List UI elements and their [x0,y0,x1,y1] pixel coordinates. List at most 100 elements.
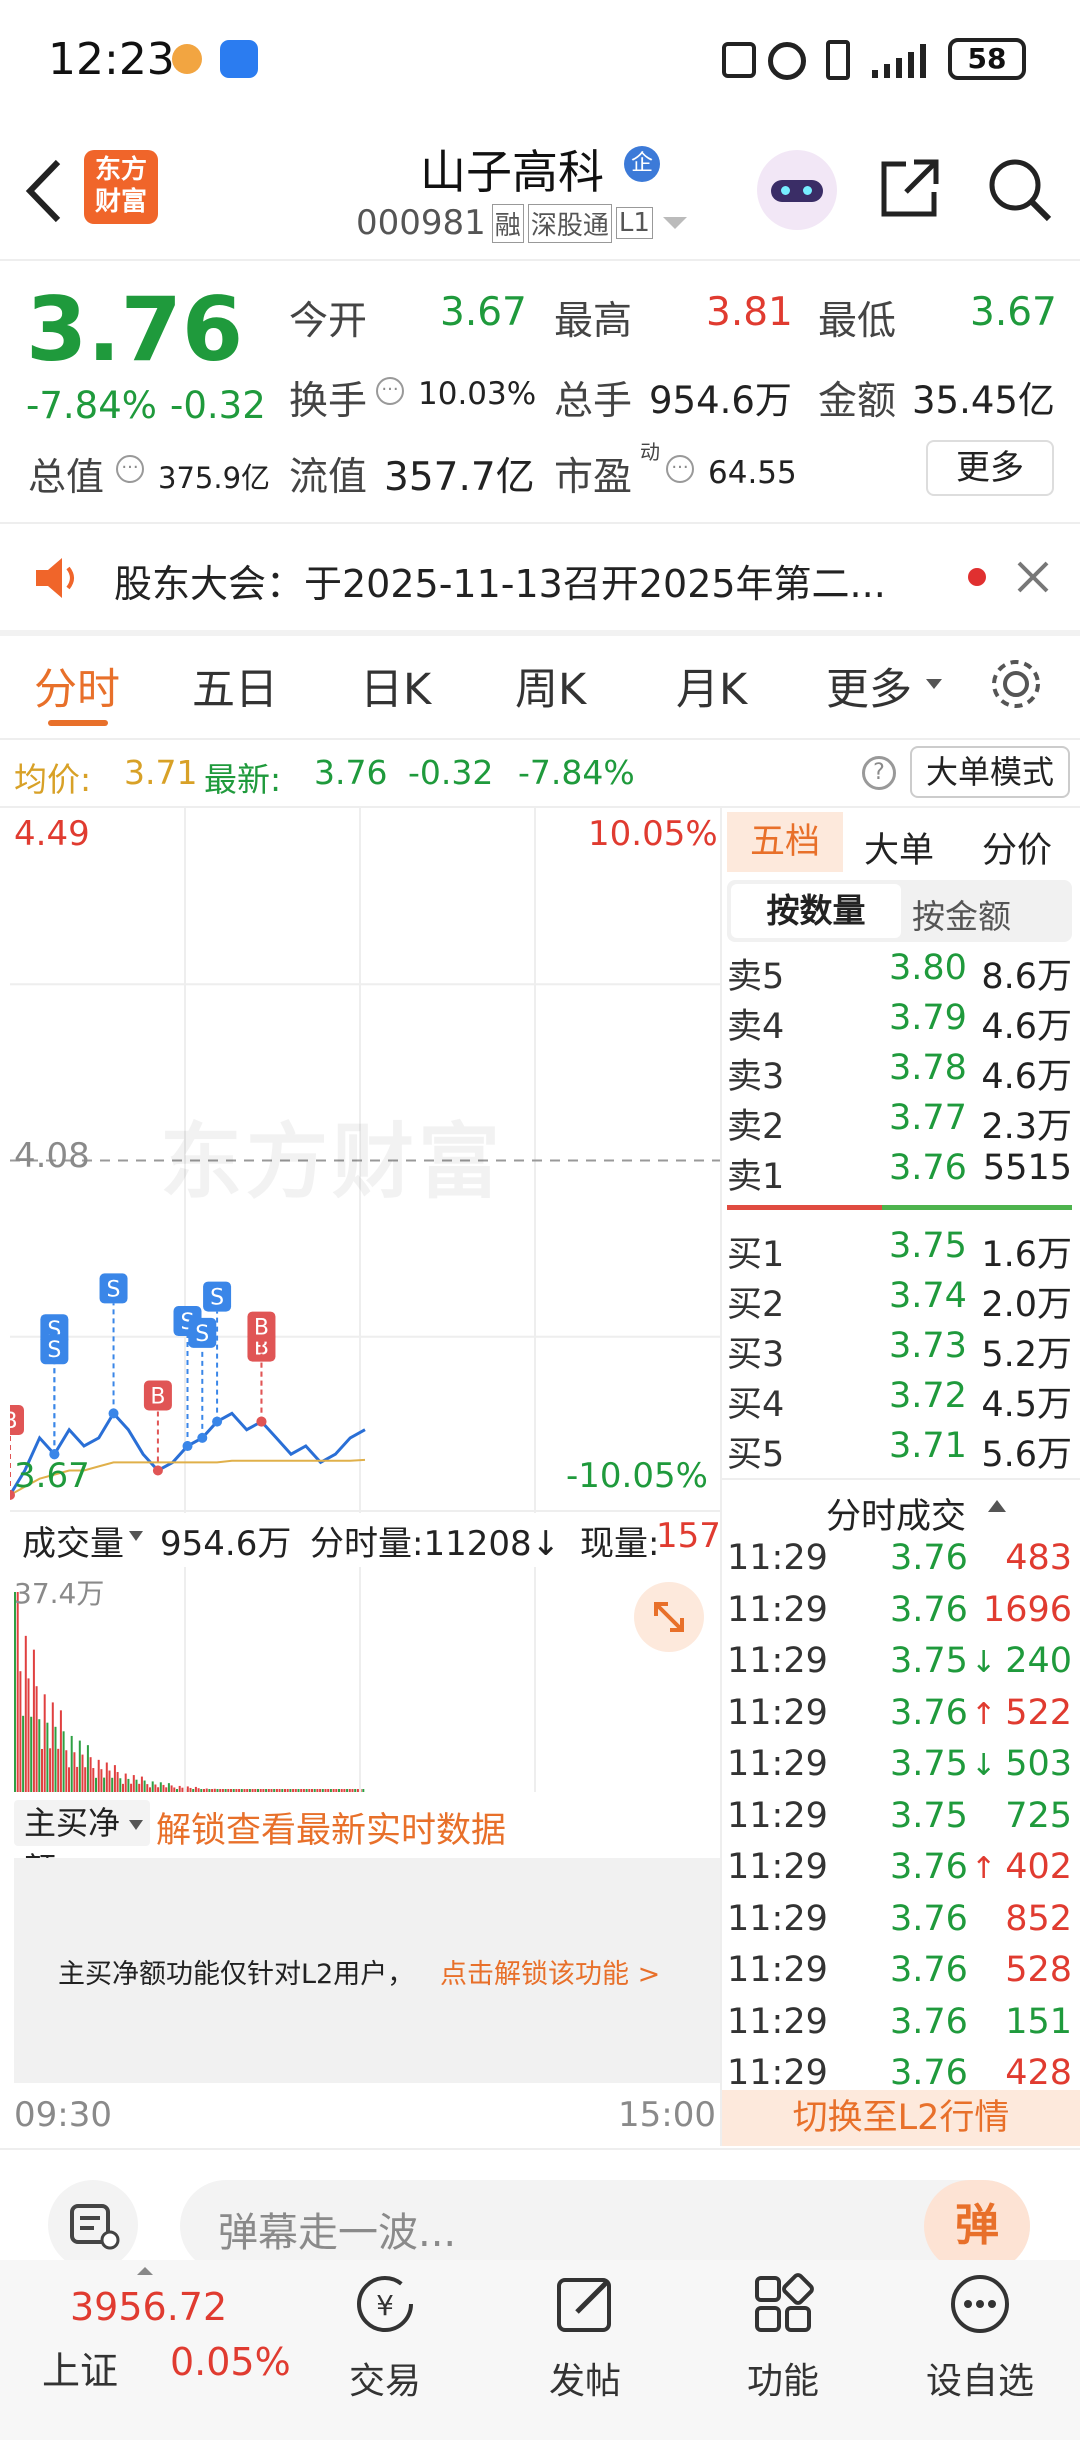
volume-bar [343,1789,346,1792]
stock-code: 000981 [356,203,486,243]
robot-assistant-icon[interactable] [757,150,837,230]
back-icon[interactable] [24,158,64,224]
close-icon[interactable] [1016,560,1050,594]
nav-trade[interactable]: ¥ 交易 [310,2270,460,2404]
volume-bar [211,1789,214,1792]
volume-bar [178,1785,181,1792]
volume-bar [119,1778,122,1792]
latest-value: 3.76 [314,753,388,792]
volume-bar [281,1789,284,1792]
info-icon-3[interactable]: ··· [666,455,694,483]
trade-row: 11:29 3.76 1696 [727,1590,1072,1642]
volume-bar [149,1787,151,1792]
bid-row-3: 买3 3.73 5.2万 [727,1326,1072,1375]
tab-five-levels[interactable]: 五档 [727,812,843,872]
volume-bar [313,1789,316,1792]
search-icon[interactable] [985,155,1055,225]
unlock-feature-link[interactable]: 点击解锁该功能 > [440,1952,660,1991]
volume-bar [86,1745,89,1792]
volume-bar [81,1754,84,1792]
comment-settings-icon[interactable] [48,2180,138,2270]
nav-post[interactable]: 发帖 [510,2270,660,2404]
volume-bar [70,1735,73,1792]
tab-five-day[interactable]: 五日 [192,655,278,717]
danmu-input[interactable]: 弹幕走一波... [180,2180,1030,2272]
volume-bar [308,1789,311,1792]
trade-arrow: ↓ [971,1645,997,1680]
nav-add-watchlist[interactable]: 设自选 [905,2270,1055,2404]
volume-bar [38,1719,41,1792]
trade-volume: 402 [1005,1847,1072,1887]
time-end-label: 15:00 [618,2095,716,2135]
marker-text: S [210,1286,224,1311]
total-value-label: 总值 [28,455,105,499]
nav-trade-label: 交易 [348,2361,421,2402]
trade-arrow: ↓ [971,1748,997,1783]
volume-bar [176,1789,178,1792]
tab-weekly-k[interactable]: 周K [515,655,586,717]
trade-volume: 240 [1005,1641,1072,1681]
tab-monthly-k[interactable]: 月K [676,655,747,717]
tab-intraday[interactable]: 分时 [34,655,120,717]
marker-text: S [47,1338,61,1363]
trades-title[interactable]: 分时成交 [826,1488,966,1539]
locked-text: 主买净额功能仅针对L2用户， [58,1959,415,1990]
volume-bar [265,1789,268,1792]
trade-arrow: ↑ [971,1696,997,1732]
danmu-send-button[interactable]: 弹 [924,2180,1030,2272]
volume-bar [243,1789,246,1792]
tab-active-indicator [48,720,108,726]
trade-time: 11:29 [727,2001,828,2042]
index-value[interactable]: 3956.72 [70,2285,227,2329]
help-icon[interactable]: ? [862,756,896,790]
volume-selector[interactable]: 成交量 [22,1516,124,1565]
now-volume-label: 现量: [580,1524,660,1564]
trade-price: 3.76 [890,1950,968,1990]
trade-time: 11:29 [727,1589,828,1630]
volume-bar [356,1789,359,1792]
nav-functions[interactable]: 功能 [708,2270,858,2404]
chevron-down-icon [662,217,687,229]
turnover-label: 换手 [289,379,368,424]
share-icon[interactable] [876,156,942,222]
volume-bar [59,1710,62,1792]
logo-text-1: 东方 [94,155,147,185]
trade-time: 11:29 [727,1898,828,1939]
stock-code-row[interactable]: 000981 融 深股通 L1 [356,203,689,243]
big-order-mode-button[interactable]: 大单模式 [910,746,1070,798]
tab-more[interactable]: 更多 [826,655,912,717]
sub-tab-by-amount[interactable]: 按金额 [912,890,1011,938]
expand-icon[interactable] [634,1582,704,1652]
volume-bar [205,1788,208,1792]
trade-price: 3.76 [890,1538,968,1578]
volume-bar [238,1789,241,1792]
trade-row: 11:29 3.76 852 [727,1899,1072,1951]
time-start-label: 09:30 [14,2095,112,2135]
tab-big-orders[interactable]: 大单 [864,822,934,873]
marker-dot [108,1408,119,1419]
volume-bar [127,1778,130,1792]
sub-tab-by-quantity[interactable]: 按数量 [731,884,901,938]
more-button[interactable]: 更多 [926,440,1054,496]
volume-bar [203,1789,205,1792]
nfc-icon [722,42,756,78]
unlock-realtime-link[interactable]: 解锁查看最新实时数据 [156,1802,506,1853]
more-dots-icon [951,2275,1009,2333]
trade-volume: 503 [1005,1744,1072,1784]
trade-volume: 151 [1005,2001,1072,2042]
volume-bar [192,1789,195,1792]
tab-daily-k[interactable]: 日K [360,655,431,717]
volume-bar [324,1789,327,1792]
trade-price: 3.76 [890,1589,968,1630]
tab-price-dist[interactable]: 分价 [982,822,1052,873]
info-icon-2[interactable]: ··· [376,377,404,405]
trade-time: 11:29 [727,1950,828,1990]
volume-bar [186,1786,189,1792]
notice-text[interactable]: 股东大会：于2025-11-13召开2025年第二... [114,553,924,608]
settings-gear-icon[interactable] [988,656,1044,712]
current-price: 3.76 [26,278,244,381]
switch-l2-button[interactable]: 切换至L2行情 [722,2090,1080,2146]
eastmoney-logo[interactable]: 东方 财富 [84,150,158,224]
info-icon[interactable]: ··· [116,455,144,483]
volume-bar [194,1786,197,1792]
